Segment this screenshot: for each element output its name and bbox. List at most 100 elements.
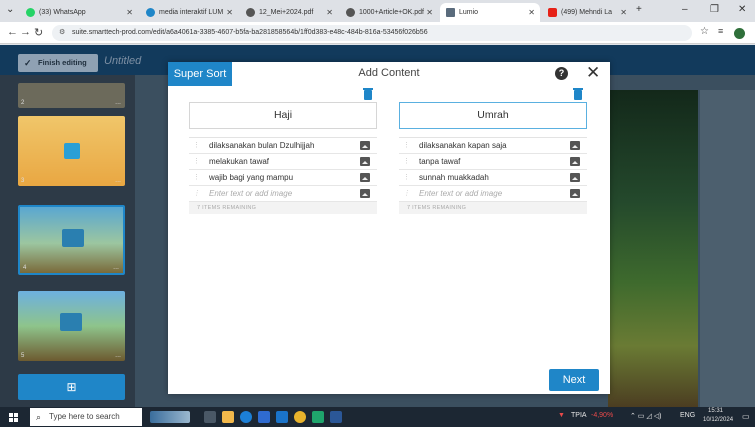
delete-category-icon[interactable] [363,88,373,100]
slide-background-image [608,90,698,410]
add-image-icon[interactable] [570,157,580,166]
drag-handle-icon[interactable]: ⋮ [193,138,200,154]
item-text: wajib bagi yang mampu [209,173,294,182]
reload-icon[interactable]: ↻ [34,26,43,39]
tab-label: 1000+Article+OK.pdf [359,9,424,16]
address-bar-row: ← → ↻ ⚙ suite.smarttech-prod.com/edit/a6… [0,22,755,44]
url-field[interactable]: ⚙ suite.smarttech-prod.com/edit/a6a4061a… [52,25,692,41]
finish-editing-label: Finish editing [38,58,87,67]
close-icon[interactable]: ✕ [586,63,600,83]
category-heading-input[interactable]: Haji [189,102,377,129]
drag-handle-icon[interactable]: ⋮ [403,138,410,154]
list-item[interactable]: ⋮ tanpa tawaf [399,154,587,170]
extensions-icon[interactable]: ≡ [718,26,723,36]
store-icon[interactable] [258,411,270,423]
mail-icon[interactable] [276,411,288,423]
profile-avatar[interactable] [734,28,745,39]
globe-icon [246,8,255,17]
minimize-icon[interactable]: – [682,4,688,15]
slide-thumbnail-selected[interactable]: 4 ... [18,205,125,275]
site-info-icon[interactable]: ⚙ [59,25,65,41]
system-tray-icons[interactable]: ⌃ ▭ ◿ ◁) [630,412,661,420]
app-icon[interactable] [312,411,324,423]
slide-menu-icon[interactable]: ... [115,352,121,359]
close-tab-icon[interactable]: ✕ [126,8,133,17]
list-item[interactable]: ⋮ sunnah muakkadah [399,170,587,186]
notifications-icon[interactable]: ▭ [742,412,750,421]
delete-category-icon[interactable] [573,88,583,100]
list-item[interactable]: ⋮ dilaksanakan bulan Dzulhijjah [189,138,377,154]
slide-thumbnail[interactable]: 5 ... [18,291,125,361]
back-icon[interactable]: ← [7,26,18,38]
next-button[interactable]: Next [549,369,599,391]
list-item[interactable]: ⋮ wajib bagi yang mampu [189,170,377,186]
dialog-title: Add Content [358,67,420,79]
tab-youtube[interactable]: (499) Mehndi La ✕ [542,3,632,22]
stock-ticker[interactable]: TPIA [571,412,587,419]
items-remaining-label: 7 ITEMS REMAINING [399,202,587,214]
bookmark-star-icon[interactable]: ☆ [700,26,709,37]
slide-thumbnail[interactable]: 2 ... [18,83,125,108]
add-image-icon[interactable] [360,157,370,166]
word-icon[interactable] [330,411,342,423]
tab-list-icon[interactable]: ⌄ [6,4,14,15]
category-column-umrah: Umrah ⋮ dilaksanakan kapan saja ⋮ tanpa … [399,102,587,214]
drag-handle-icon[interactable]: ⋮ [403,170,410,186]
add-image-icon[interactable] [570,189,580,198]
add-slide-button[interactable]: ⊞ [18,374,125,400]
new-tab-icon[interactable]: + [636,4,642,15]
tab-pdf-mei[interactable]: 12_Mei+2024.pdf ✕ [240,3,338,22]
item-text: melakukan tawaf [209,157,270,166]
restore-icon[interactable]: ❐ [710,4,719,15]
slide-menu-icon[interactable]: ... [115,177,121,184]
new-item-input[interactable]: ⋮ Enter text or add image [399,186,587,202]
search-icon: ⌕ [36,412,42,422]
close-tab-icon[interactable]: ✕ [226,8,233,17]
add-image-icon[interactable] [360,173,370,182]
chrome-icon[interactable] [294,411,306,423]
slide-menu-icon[interactable]: ... [115,99,121,106]
globe-icon [346,8,355,17]
add-image-icon[interactable] [360,141,370,150]
tab-media-interaktif[interactable]: media interaktif LUM ✕ [140,3,238,22]
tab-pdf-article[interactable]: 1000+Article+OK.pdf ✕ [340,3,438,22]
close-tab-icon[interactable]: ✕ [426,8,433,17]
new-item-placeholder: Enter text or add image [419,189,503,198]
close-tab-icon[interactable]: ✕ [620,8,627,17]
clock-time[interactable]: 15:31 [708,408,723,414]
windows-start-icon[interactable] [9,413,18,422]
forward-icon[interactable]: → [20,26,31,38]
edge-icon[interactable] [240,411,252,423]
tab-lumio[interactable]: Lumio ✕ [440,3,540,22]
weather-widget-icon[interactable] [150,411,190,423]
list-item[interactable]: ⋮ dilaksanakan kapan saja [399,138,587,154]
document-title[interactable]: Untitled [104,55,141,67]
slide-thumbnail[interactable]: 3 ... [18,116,125,186]
drag-handle-icon: ⋮ [193,190,200,197]
finish-editing-button[interactable]: ✓ Finish editing [18,54,98,72]
close-tab-icon[interactable]: ✕ [528,8,535,17]
slide-menu-icon[interactable]: ... [113,264,119,271]
close-tab-icon[interactable]: ✕ [326,8,333,17]
add-image-icon[interactable] [570,141,580,150]
stock-down-icon: ▼ [558,412,565,419]
add-image-icon[interactable] [570,173,580,182]
language-indicator[interactable]: ENG [680,412,695,419]
help-icon[interactable]: ? [555,67,568,80]
drag-handle-icon[interactable]: ⋮ [193,154,200,170]
tab-whatsapp[interactable]: (33) WhatsApp ✕ [20,3,138,22]
new-item-input[interactable]: ⋮ Enter text or add image [189,186,377,202]
taskbar-search-input[interactable]: ⌕ Type here to search [30,408,142,426]
drag-handle-icon[interactable]: ⋮ [193,170,200,186]
list-item[interactable]: ⋮ melakukan tawaf [189,154,377,170]
close-window-icon[interactable]: ✕ [738,4,746,15]
add-image-icon[interactable] [360,189,370,198]
game-icon [62,229,84,247]
file-explorer-icon[interactable] [222,411,234,423]
slide-sidebar: 2 ... 3 ... 4 ... 5 ... [0,75,135,415]
category-heading-input[interactable]: Umrah [399,102,587,129]
task-view-icon[interactable] [204,411,216,423]
drag-handle-icon[interactable]: ⋮ [403,154,410,170]
clock-date[interactable]: 10/12/2024 [703,417,733,423]
item-list: ⋮ dilaksanakan kapan saja ⋮ tanpa tawaf … [399,137,587,214]
